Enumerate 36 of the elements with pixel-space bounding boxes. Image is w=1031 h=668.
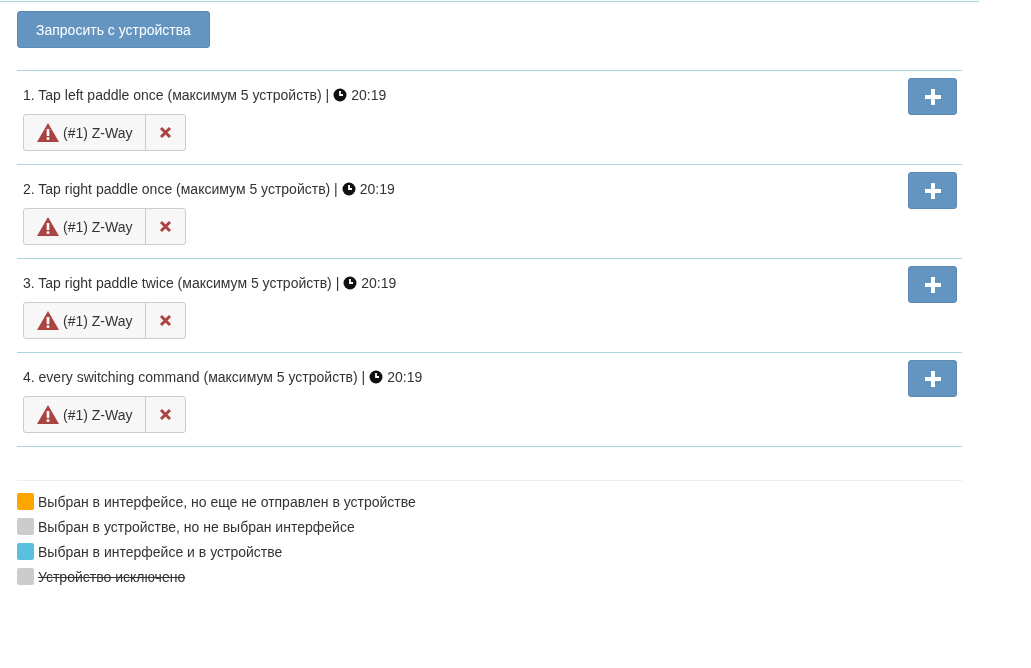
warning-icon: [37, 123, 59, 142]
group-title: 3. Tap right paddle twice (максимум 5 устройств) |: [23, 275, 340, 291]
device-button[interactable]: (#1) Z-Way: [24, 397, 147, 432]
add-button[interactable]: [908, 172, 957, 209]
time: 20:19: [359, 181, 395, 197]
close-icon: [159, 314, 173, 327]
time: 20:19: [351, 87, 387, 103]
close-icon: [159, 220, 173, 233]
device-button[interactable]: (#1) Z-Way: [24, 115, 147, 150]
warning-icon: [37, 311, 59, 330]
clock-icon: [333, 88, 348, 102]
device-button[interactable]: (#1) Z-Way: [24, 209, 147, 244]
legend-label: Выбран в устройстве, но не выбран интерфейсе: [38, 518, 355, 535]
clock-icon: [343, 276, 358, 290]
time: 20:19: [387, 369, 423, 385]
close-icon: [159, 126, 173, 139]
legend-label: Выбран в интерфейсе и в устройстве: [38, 543, 283, 560]
add-button[interactable]: [908, 360, 957, 397]
warning-icon: [37, 217, 59, 236]
legend-label: Устройство исключено: [38, 568, 186, 585]
plus-icon: [923, 369, 942, 388]
clock-icon: [341, 182, 356, 196]
close-icon: [159, 408, 173, 421]
group-title: 1. Tap left paddle once (максимум 5 устройств) |: [23, 87, 330, 103]
legend-label: Выбран в интерфейсе, но еще не отправлен в устройстве: [38, 493, 416, 510]
plus-icon: [923, 87, 942, 106]
add-button[interactable]: [908, 266, 957, 303]
group-title: 4. every switching command (максимум 5 устройств) |: [23, 369, 366, 385]
time: 20:19: [361, 275, 397, 291]
group-title: 2. Tap right paddle once (максимум 5 устройств) |: [23, 181, 338, 197]
plus-icon: [923, 181, 942, 200]
plus-icon: [923, 275, 942, 294]
clock-icon: [369, 370, 384, 384]
device-button[interactable]: (#1) Z-Way: [24, 303, 147, 338]
add-button[interactable]: [908, 78, 957, 115]
warning-icon: [37, 405, 59, 424]
